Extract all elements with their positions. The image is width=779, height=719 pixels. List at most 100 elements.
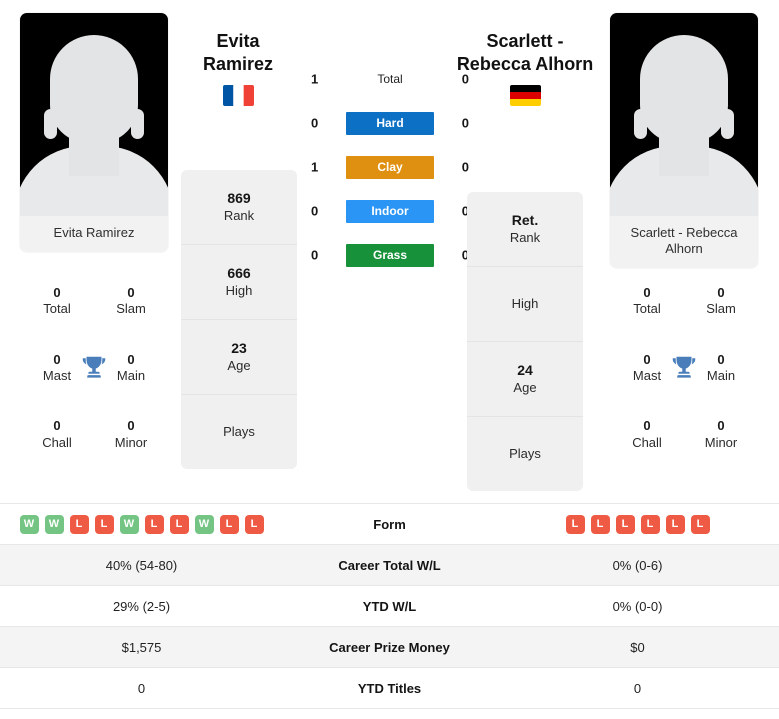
row-label-ytd-titles: YTD Titles (283, 667, 496, 709)
stat-label: Age (513, 379, 537, 395)
trophy-icon (672, 356, 696, 378)
form-chip-loss: L (565, 514, 585, 534)
value-left: 40% (54-80) (0, 544, 283, 586)
title-value: 0 (643, 418, 651, 434)
stat-label: Plays (223, 423, 255, 439)
surface-score-left: 1 (311, 159, 319, 175)
value-left: 0 (0, 667, 283, 709)
player-comparison-header: Evita Ramirez 0 Total 0 Slam 0 Mast 0 Ma… (0, 0, 779, 500)
title-label: Slam (706, 301, 736, 317)
form-strip-left: WWLLWLLWLL (0, 514, 283, 534)
title-value: 0 (127, 285, 135, 301)
form-chip-loss: L (615, 514, 635, 534)
stat-label: High (225, 282, 253, 298)
avatar-head-shape (50, 35, 138, 143)
surface-score-right: 0 (461, 115, 469, 131)
player-name-header-right: Scarlett - Rebecca Alhorn (430, 30, 620, 106)
stat-stack-left: 869 Rank 666 High 23 Age Plays (181, 170, 297, 469)
title-value: 0 (717, 418, 725, 434)
player-photo-caption-left: Evita Ramirez (20, 216, 168, 252)
player-name-line1-left: Evita (216, 31, 260, 51)
player-photo-card-right[interactable]: Scarlett - Rebecca Alhorn (610, 13, 758, 268)
titles-grid-right: 0 Total 0 Slam 0 Mast 0 Main 0 Chall 0 M… (610, 268, 758, 468)
stat-value: 666 (227, 265, 251, 282)
form-chip-loss: L (590, 514, 610, 534)
title-value: 0 (717, 351, 725, 367)
title-label: Chall (42, 434, 72, 450)
form-chip-loss: L (665, 514, 685, 534)
stat-label: Age (227, 357, 251, 373)
form-strip-right: LLLLLL (496, 514, 779, 534)
stat-age-right: 24 Age (467, 342, 583, 417)
surface-badge-grass[interactable]: Grass (346, 243, 434, 267)
stat-age-left: 23 Age (181, 320, 297, 395)
surface-score-left: 0 (311, 115, 319, 131)
value-left: $1,575 (0, 626, 283, 668)
france-flag-icon (222, 85, 254, 106)
surface-row-indoor: 0 Indoor 0 (300, 194, 480, 228)
surface-badge-indoor[interactable]: Indoor (346, 199, 434, 223)
avatar-head-shape (640, 35, 728, 143)
table-row-form: WWLLWLLWLL Form LLLLLL (0, 503, 779, 545)
title-value: 0 (717, 285, 725, 301)
title-label: Minor (704, 434, 738, 450)
title-cell-slam-right: 0 Slam (684, 268, 758, 335)
title-value: 0 (53, 351, 61, 367)
titles-grid-left: 0 Total 0 Slam 0 Mast 0 Main 0 Chall 0 M… (20, 268, 168, 468)
form-chip-loss: L (94, 514, 114, 534)
title-value: 0 (127, 418, 135, 434)
comparison-table: WWLLWLLWLL Form LLLLLL 40% (54-80) Caree… (0, 503, 779, 709)
title-cell-total-right: 0 Total (610, 268, 684, 335)
table-row-ytd-wl: 29% (2-5) YTD W/L 0% (0-0) (0, 585, 779, 627)
table-row-career-wl: 40% (54-80) Career Total W/L 0% (0-6) (0, 544, 779, 586)
surface-row-grass: 0 Grass 0 (300, 238, 480, 272)
form-chip-loss: L (69, 514, 89, 534)
row-label-ytd-wl: YTD W/L (283, 585, 496, 627)
stat-value: Ret. (511, 212, 539, 229)
stat-value: 23 (231, 340, 247, 357)
surface-score-left: 0 (311, 247, 319, 263)
title-label: Chall (632, 434, 662, 450)
form-chip-win: W (19, 514, 39, 534)
title-value: 0 (643, 285, 651, 301)
player-name-line2-right: Rebecca Alhorn (456, 54, 594, 74)
title-label: Mast (42, 367, 72, 383)
surface-badge-total: Total (377, 71, 403, 86)
value-right: $0 (496, 626, 779, 668)
value-right: 0% (0-6) (496, 544, 779, 586)
row-label-career-wl: Career Total W/L (283, 544, 496, 586)
title-value: 0 (53, 418, 61, 434)
form-chip-loss: L (690, 514, 710, 534)
form-chip-loss: L (144, 514, 164, 534)
title-cell-chall-left: 0 Chall (20, 401, 94, 468)
player-photo-caption-right: Scarlett - Rebecca Alhorn (610, 216, 758, 268)
germany-flag-icon (509, 85, 541, 106)
row-label-form: Form (283, 503, 496, 545)
surface-row-clay: 1 Clay 0 (300, 150, 480, 184)
stat-rank-right: Ret. Rank (467, 192, 583, 267)
title-label: Main (116, 367, 146, 383)
stat-value: 24 (517, 362, 533, 379)
stat-plays-right: Plays (467, 417, 583, 491)
title-cell-total-left: 0 Total (20, 268, 94, 335)
surface-badge-hard[interactable]: Hard (346, 111, 434, 135)
value-right: 0 (496, 667, 779, 709)
player-photo-right (610, 13, 758, 216)
player-name-line1-right: Scarlett - (486, 31, 564, 51)
form-cell-left: WWLLWLLWLL (0, 503, 283, 545)
stat-value: 869 (227, 190, 251, 207)
form-chip-loss: L (219, 514, 239, 534)
surface-badge-clay[interactable]: Clay (346, 155, 434, 179)
title-value: 0 (53, 285, 61, 301)
title-cell-minor-right: 0 Minor (684, 401, 758, 468)
surface-score-left: 1 (311, 71, 319, 87)
form-chip-loss: L (640, 514, 660, 534)
form-chip-win: W (119, 514, 139, 534)
stat-label: High (511, 295, 539, 311)
title-label: Total (43, 301, 71, 317)
title-value: 0 (643, 351, 651, 367)
title-label: Main (706, 367, 736, 383)
stat-stack-right: Ret. Rank High 24 Age Plays (467, 192, 583, 491)
form-chip-loss: L (244, 514, 264, 534)
stat-plays-left: Plays (181, 395, 297, 469)
